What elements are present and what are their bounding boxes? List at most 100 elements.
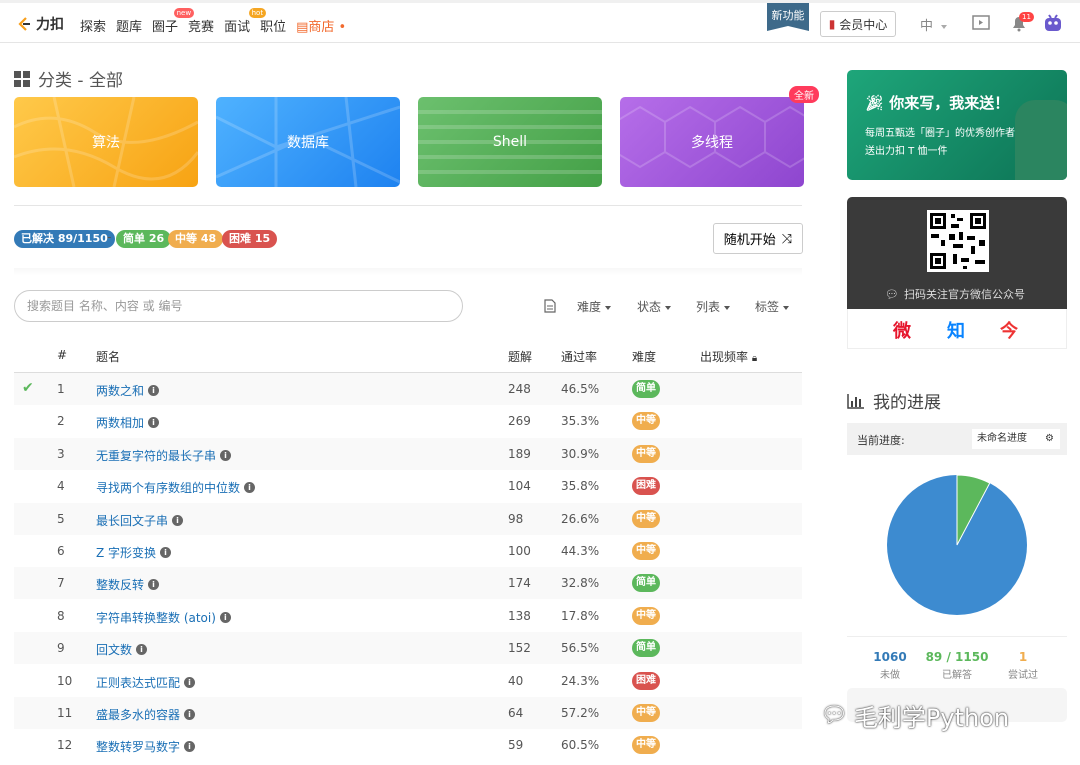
table-row[interactable]: 12 整数转罗马数字 i 59 60.5% 中等: [14, 729, 802, 761]
stat-label: 未做: [880, 670, 900, 681]
category-card-database[interactable]: 数据库: [216, 97, 400, 187]
table-row[interactable]: 10 正则表达式匹配 i 40 24.3% 困难: [14, 665, 802, 697]
problem-title-link[interactable]: 两数之和 i: [96, 382, 160, 399]
acceptance-rate: 56.5%: [561, 641, 600, 656]
filter-list[interactable]: 列表: [696, 298, 731, 315]
info-icon[interactable]: i: [148, 579, 160, 591]
difficulty-badge: 中等: [632, 444, 660, 463]
filter-label: 标签: [755, 300, 780, 314]
problem-title-link[interactable]: 最长回文子串 i: [96, 512, 184, 529]
zhihu-icon[interactable]: 知: [947, 317, 965, 343]
nav-interview[interactable]: 面试 hot: [224, 8, 267, 35]
col-header-acceptance[interactable]: 通过率: [561, 348, 597, 365]
acceptance-rate: 57.2%: [561, 706, 600, 720]
logo[interactable]: 力扣: [16, 14, 64, 34]
col-header-frequency[interactable]: 出现频率 🔒︎: [700, 348, 757, 365]
nav-problems[interactable]: 题库: [116, 16, 142, 35]
table-row[interactable]: 3 无重复字符的最长子串 i 189 30.9% 中等: [14, 437, 802, 470]
table-row[interactable]: 11 盛最多水的容器 i 64 57.2% 中等: [14, 697, 802, 729]
avatar[interactable]: [1042, 13, 1064, 33]
problem-title-link[interactable]: 回文数 i: [96, 641, 148, 658]
separator: -: [107, 230, 112, 244]
search-input[interactable]: [14, 290, 463, 322]
nav-label: 圈子: [152, 20, 179, 35]
chevron-down-icon: [783, 305, 790, 310]
problem-title-link[interactable]: Z 字形变换 i: [96, 544, 172, 561]
nav-contest[interactable]: 竞赛: [188, 16, 214, 35]
stat-label: 已解答: [942, 670, 972, 681]
category-card-shell[interactable]: Shell: [418, 97, 602, 187]
difficulty-badge: 简单: [632, 380, 660, 398]
toutiao-icon[interactable]: 今: [1000, 317, 1018, 343]
nav-explore[interactable]: 探索: [80, 16, 106, 35]
table-row[interactable]: 4 寻找两个有序数组的中位数 i 104 35.8% 困难: [14, 470, 802, 502]
bar-chart-icon: [847, 393, 864, 409]
problem-title-link[interactable]: 正则表达式匹配 i: [96, 674, 196, 691]
info-icon[interactable]: i: [184, 741, 196, 753]
info-icon[interactable]: i: [219, 611, 231, 623]
info-icon[interactable]: i: [172, 514, 184, 526]
problem-title-link[interactable]: 寻找两个有序数组的中位数 i: [96, 479, 256, 496]
difficulty-badge: 中等: [632, 606, 660, 625]
stat-todo: 1060 未做: [862, 650, 918, 681]
info-icon[interactable]: i: [136, 644, 148, 656]
nav-label: 职位: [260, 20, 287, 35]
table-row[interactable]: 9 回文数 i 152 56.5% 简单: [14, 632, 802, 665]
problem-number: 7: [57, 576, 65, 591]
progress-title: 我的进展: [873, 393, 941, 413]
wechat-icon: 💬︎: [885, 287, 899, 301]
table-row[interactable]: 7 整数反转 i 174 32.8% 简单: [14, 567, 802, 600]
filter-status[interactable]: 状态: [637, 298, 672, 315]
table-row[interactable]: 2 两数相加 i 269 35.3% 中等: [14, 405, 802, 437]
info-icon[interactable]: i: [220, 449, 232, 461]
nav-store[interactable]: ▤商店 •: [296, 16, 346, 35]
problem-number: 8: [57, 608, 65, 623]
new-feature-ribbon[interactable]: 新功能: [767, 3, 809, 31]
problem-title-link[interactable]: 无重复字符的最长子串 i: [96, 447, 232, 464]
promo-banner[interactable]: 🎉︎ 你来写，我来送！ 每周五甄选「圈子」的优秀创作者 送出力扣 T 恤一件: [847, 70, 1067, 180]
current-progress-label: 当前进度:: [857, 434, 905, 447]
table-row[interactable]: ✔ 1 两数之和 i 248 46.5% 简单: [14, 373, 802, 405]
language-switch[interactable]: 中: [920, 15, 948, 34]
table-row[interactable]: 8 字符串转换整数 (atoi) i 138 17.8% 中等: [14, 600, 802, 632]
filter-difficulty[interactable]: 难度: [577, 298, 612, 315]
shuffle-icon: ⤨: [781, 230, 793, 246]
progress-session-bar: 当前进度: 未命名进度 ⚙: [847, 423, 1067, 455]
info-icon[interactable]: i: [148, 417, 160, 429]
social-links: 微 知 今: [847, 309, 1067, 349]
problem-title-link[interactable]: 盛最多水的容器 i: [96, 706, 196, 723]
acceptance-rate: 30.9%: [561, 446, 600, 461]
session-selector[interactable]: 未命名进度 ⚙: [972, 429, 1060, 449]
info-icon[interactable]: i: [160, 547, 172, 558]
col-header-difficulty[interactable]: 难度: [632, 348, 656, 365]
col-header-title[interactable]: 题名: [96, 348, 120, 365]
problem-title-link[interactable]: 整数反转 i: [96, 576, 160, 593]
info-icon[interactable]: i: [184, 676, 196, 688]
random-start-button[interactable]: 随机开始 ⤨: [713, 223, 803, 254]
info-icon[interactable]: i: [148, 385, 160, 396]
nav-jobs[interactable]: 职位: [260, 16, 286, 35]
col-header-solutions[interactable]: 题解: [508, 348, 532, 365]
solution-count: 248: [508, 382, 531, 396]
problem-title-text: 回文数: [96, 643, 133, 658]
problem-title-link[interactable]: 字符串转换整数 (atoi) i: [96, 609, 231, 626]
info-icon[interactable]: i: [184, 709, 196, 720]
playground-icon[interactable]: [971, 13, 993, 33]
document-icon[interactable]: [544, 299, 556, 313]
info-icon[interactable]: i: [244, 482, 256, 494]
col-header-num[interactable]: #: [57, 348, 67, 362]
card-label: 算法: [92, 135, 120, 151]
category-card-algorithms[interactable]: 算法: [14, 97, 198, 187]
member-center-button[interactable]: ▮ 会员中心: [820, 11, 896, 37]
weibo-icon[interactable]: 微: [893, 317, 911, 343]
nav-circle[interactable]: 圈子 new: [152, 8, 195, 35]
problem-title-link[interactable]: 整数转罗马数字 i: [96, 738, 196, 755]
problem-title-text: 寻找两个有序数组的中位数: [96, 481, 241, 496]
promo-line-2: 送出力扣 T 恤一件: [865, 146, 948, 157]
category-card-concurrency[interactable]: 多线程: [620, 97, 804, 187]
filter-tags[interactable]: 标签: [755, 298, 790, 315]
problem-title-link[interactable]: 两数相加 i: [96, 414, 160, 431]
table-row[interactable]: 6 Z 字形变换 i 100 44.3% 中等: [14, 535, 802, 567]
problem-title-text: 最长回文子串: [96, 513, 169, 528]
table-row[interactable]: 5 最长回文子串 i 98 26.6% 中等: [14, 502, 802, 535]
